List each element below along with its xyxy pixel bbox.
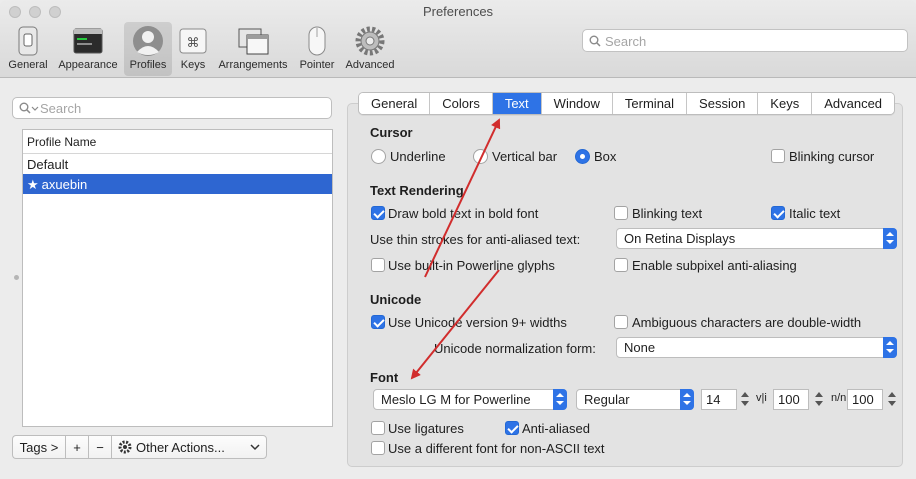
profile-actions-bar: Tags > + − Other Actions... — [12, 435, 267, 459]
titlebar: Preferences General Appearance Profiles … — [0, 0, 916, 78]
toolbar-profiles[interactable]: Profiles — [124, 22, 172, 76]
arrangements-windows-icon — [238, 28, 269, 55]
other-actions-button[interactable]: Other Actions... — [111, 435, 267, 459]
gear-icon — [118, 440, 132, 454]
profile-tabs: General Colors Text Window Terminal Sess… — [358, 92, 896, 115]
unicode-widths-checkbox[interactable] — [371, 315, 385, 329]
ligatures-checkbox[interactable] — [371, 421, 385, 435]
subpixel-aa-label: Enable subpixel anti-aliasing — [632, 258, 797, 273]
subpixel-aa-checkbox[interactable] — [614, 258, 628, 272]
bold-font-checkbox[interactable] — [371, 206, 385, 220]
thin-strokes-label: Use thin strokes for anti-aliased text: — [370, 232, 581, 247]
toolbar-pointer[interactable]: Pointer — [296, 22, 338, 76]
bold-font-label: Draw bold text in bold font — [388, 206, 539, 221]
text-rendering-section-title: Text Rendering — [370, 183, 464, 198]
blinking-text-checkbox[interactable] — [614, 206, 628, 220]
tab-colors[interactable]: Colors — [430, 93, 493, 114]
search-icon — [19, 102, 39, 114]
non-ascii-font-checkbox[interactable] — [371, 441, 385, 455]
cursor-vertical-bar-label: Vertical bar — [492, 149, 558, 164]
font-size-stepper[interactable] — [740, 389, 751, 410]
vertical-spacing-field[interactable]: 100 — [847, 389, 883, 410]
cursor-underline-radio[interactable] — [371, 149, 386, 164]
toolbar-arrangements[interactable]: Arrangements — [214, 22, 292, 76]
profiles-person-icon — [133, 26, 163, 56]
cursor-section-title: Cursor — [370, 125, 413, 140]
blinking-text-label: Blinking text — [632, 206, 703, 221]
tags-button[interactable]: Tags > — [12, 435, 65, 459]
toolbar-advanced[interactable]: Advanced — [342, 22, 398, 76]
profile-row-axuebin[interactable]: ★ axuebin — [23, 174, 332, 194]
normalization-label: Unicode normalization form: — [434, 341, 596, 356]
general-switch-icon — [18, 26, 38, 56]
vertical-spacing-stepper[interactable] — [887, 389, 898, 410]
ambiguous-width-label: Ambiguous characters are double-width — [632, 315, 862, 330]
default-profile-star-icon: ★ — [27, 177, 39, 192]
add-profile-button[interactable]: + — [65, 435, 88, 459]
split-view-handle[interactable] — [14, 275, 19, 280]
cursor-underline-label: Underline — [390, 149, 446, 164]
appearance-terminal-icon — [73, 28, 103, 54]
toolbar-keys[interactable]: ⌘ Keys — [176, 22, 210, 76]
svg-text:⌘: ⌘ — [187, 36, 200, 51]
select-arrows-icon — [553, 389, 567, 410]
horizontal-spacing-stepper[interactable] — [814, 389, 825, 410]
cursor-vertical-bar-radio[interactable] — [473, 149, 488, 164]
chevron-down-icon — [250, 444, 260, 451]
italic-text-checkbox[interactable] — [771, 206, 785, 220]
anti-aliased-checkbox[interactable] — [505, 421, 519, 435]
profile-search-field[interactable]: Search — [12, 97, 332, 119]
ligatures-label: Use ligatures — [388, 421, 464, 436]
horizontal-spacing-field[interactable]: 100 — [773, 389, 809, 410]
font-style-select[interactable]: Regular — [576, 389, 694, 410]
unicode-section-title: Unicode — [370, 292, 422, 307]
search-icon — [589, 35, 601, 47]
font-family-select[interactable]: Meslo LG M for Powerline — [373, 389, 567, 410]
profile-list-header[interactable]: Profile Name — [23, 130, 332, 154]
blinking-cursor-checkbox[interactable] — [771, 149, 785, 163]
window-title: Preferences — [422, 4, 494, 19]
cursor-box-label: Box — [594, 149, 617, 164]
thin-strokes-select[interactable]: On Retina Displays — [616, 228, 897, 249]
tab-window[interactable]: Window — [541, 93, 613, 114]
remove-profile-button[interactable]: − — [88, 435, 111, 459]
pointer-mouse-icon — [308, 26, 326, 56]
unicode-widths-label: Use Unicode version 9+ widths — [388, 315, 567, 330]
anti-aliased-label: Anti-aliased — [522, 421, 590, 436]
tab-terminal[interactable]: Terminal — [612, 93, 688, 114]
toolbar-general[interactable]: General — [4, 22, 52, 76]
tab-keys[interactable]: Keys — [758, 93, 813, 114]
italic-text-label: Italic text — [789, 206, 841, 221]
select-arrows-icon — [680, 389, 694, 410]
select-arrows-icon — [883, 228, 897, 249]
tab-session[interactable]: Session — [687, 93, 759, 114]
normalization-select[interactable]: None — [616, 337, 897, 358]
toolbar-search-placeholder: Search — [605, 34, 647, 49]
tab-text[interactable]: Text — [492, 93, 542, 114]
tab-general[interactable]: General — [359, 93, 431, 114]
font-section-title: Font — [370, 370, 399, 385]
toolbar-search-field[interactable]: Search — [582, 29, 908, 52]
blinking-cursor-label: Blinking cursor — [789, 149, 875, 164]
powerline-glyphs-label: Use built-in Powerline glyphs — [388, 258, 555, 273]
vertical-spacing-icon: n/n — [831, 392, 847, 404]
font-size-field[interactable]: 14 — [701, 389, 737, 410]
profile-list[interactable]: Profile Name Default ★ axuebin — [22, 129, 333, 427]
advanced-gear-icon — [355, 26, 385, 56]
toolbar-appearance[interactable]: Appearance — [55, 22, 121, 76]
non-ascii-font-label: Use a different font for non-ASCII text — [388, 441, 605, 456]
horizontal-spacing-icon: v|i — [756, 392, 767, 404]
select-arrows-icon — [883, 337, 897, 358]
keys-command-key-icon: ⌘ — [179, 28, 207, 54]
preferences-window: Preferences General Appearance Profiles … — [0, 0, 916, 479]
profile-row-default[interactable]: Default — [23, 154, 332, 174]
profile-search-placeholder: Search — [40, 101, 82, 116]
ambiguous-width-checkbox[interactable] — [614, 315, 628, 329]
tab-advanced[interactable]: Advanced — [812, 93, 895, 114]
powerline-glyphs-checkbox[interactable] — [371, 258, 385, 272]
cursor-box-radio[interactable] — [575, 149, 590, 164]
